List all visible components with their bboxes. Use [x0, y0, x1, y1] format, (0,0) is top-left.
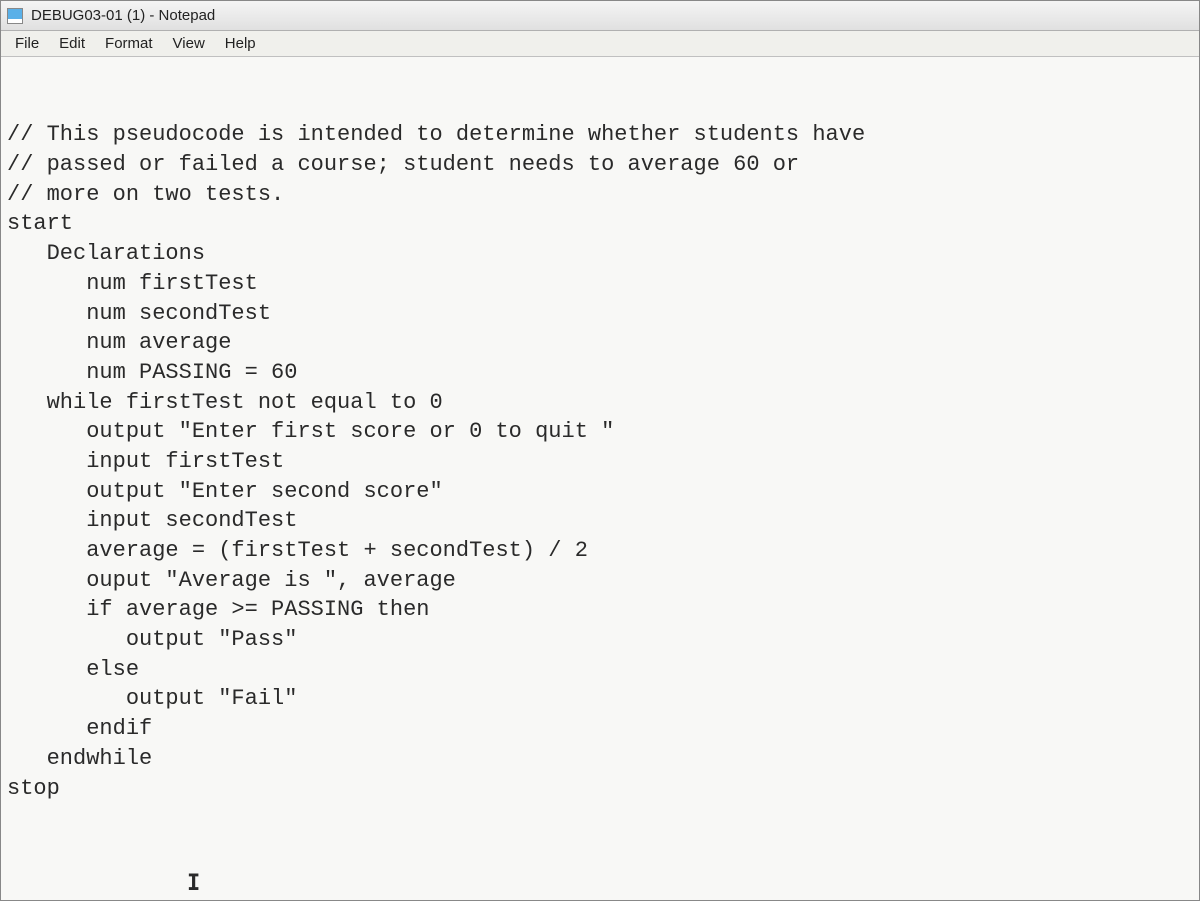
code-line[interactable]: output "Enter second score": [7, 477, 1193, 507]
menu-edit[interactable]: Edit: [49, 32, 95, 55]
notepad-window: DEBUG03-01 (1) - Notepad File Edit Forma…: [0, 0, 1200, 901]
code-line[interactable]: input secondTest: [7, 506, 1193, 536]
code-line[interactable]: average = (firstTest + secondTest) / 2: [7, 536, 1193, 566]
title-bar[interactable]: DEBUG03-01 (1) - Notepad: [1, 1, 1199, 31]
notepad-icon: [7, 8, 23, 24]
code-line[interactable]: num average: [7, 328, 1193, 358]
code-line[interactable]: // more on two tests.: [7, 180, 1193, 210]
code-line[interactable]: while firstTest not equal to 0: [7, 388, 1193, 418]
window-title: DEBUG03-01 (1) - Notepad: [31, 7, 215, 24]
code-line[interactable]: else: [7, 655, 1193, 685]
code-line[interactable]: Declarations: [7, 239, 1193, 269]
code-line[interactable]: output "Enter first score or 0 to quit ": [7, 417, 1193, 447]
text-editor-area[interactable]: // This pseudocode is intended to determ…: [1, 57, 1199, 900]
text-cursor-icon: I: [187, 869, 1193, 899]
code-line[interactable]: endif: [7, 714, 1193, 744]
code-line[interactable]: input firstTest: [7, 447, 1193, 477]
code-line[interactable]: num firstTest: [7, 269, 1193, 299]
menu-help[interactable]: Help: [215, 32, 266, 55]
code-line[interactable]: num PASSING = 60: [7, 358, 1193, 388]
code-line[interactable]: // passed or failed a course; student ne…: [7, 150, 1193, 180]
code-line[interactable]: endwhile: [7, 744, 1193, 774]
menu-format[interactable]: Format: [95, 32, 163, 55]
code-line[interactable]: // This pseudocode is intended to determ…: [7, 120, 1193, 150]
menu-bar: File Edit Format View Help: [1, 31, 1199, 57]
code-line[interactable]: ouput "Average is ", average: [7, 566, 1193, 596]
code-line[interactable]: output "Fail": [7, 684, 1193, 714]
code-content[interactable]: // This pseudocode is intended to determ…: [7, 120, 1193, 803]
code-line[interactable]: num secondTest: [7, 299, 1193, 329]
code-line[interactable]: start: [7, 209, 1193, 239]
code-line[interactable]: if average >= PASSING then: [7, 595, 1193, 625]
menu-file[interactable]: File: [5, 32, 49, 55]
code-line[interactable]: stop: [7, 774, 1193, 804]
menu-view[interactable]: View: [163, 32, 215, 55]
code-line[interactable]: output "Pass": [7, 625, 1193, 655]
